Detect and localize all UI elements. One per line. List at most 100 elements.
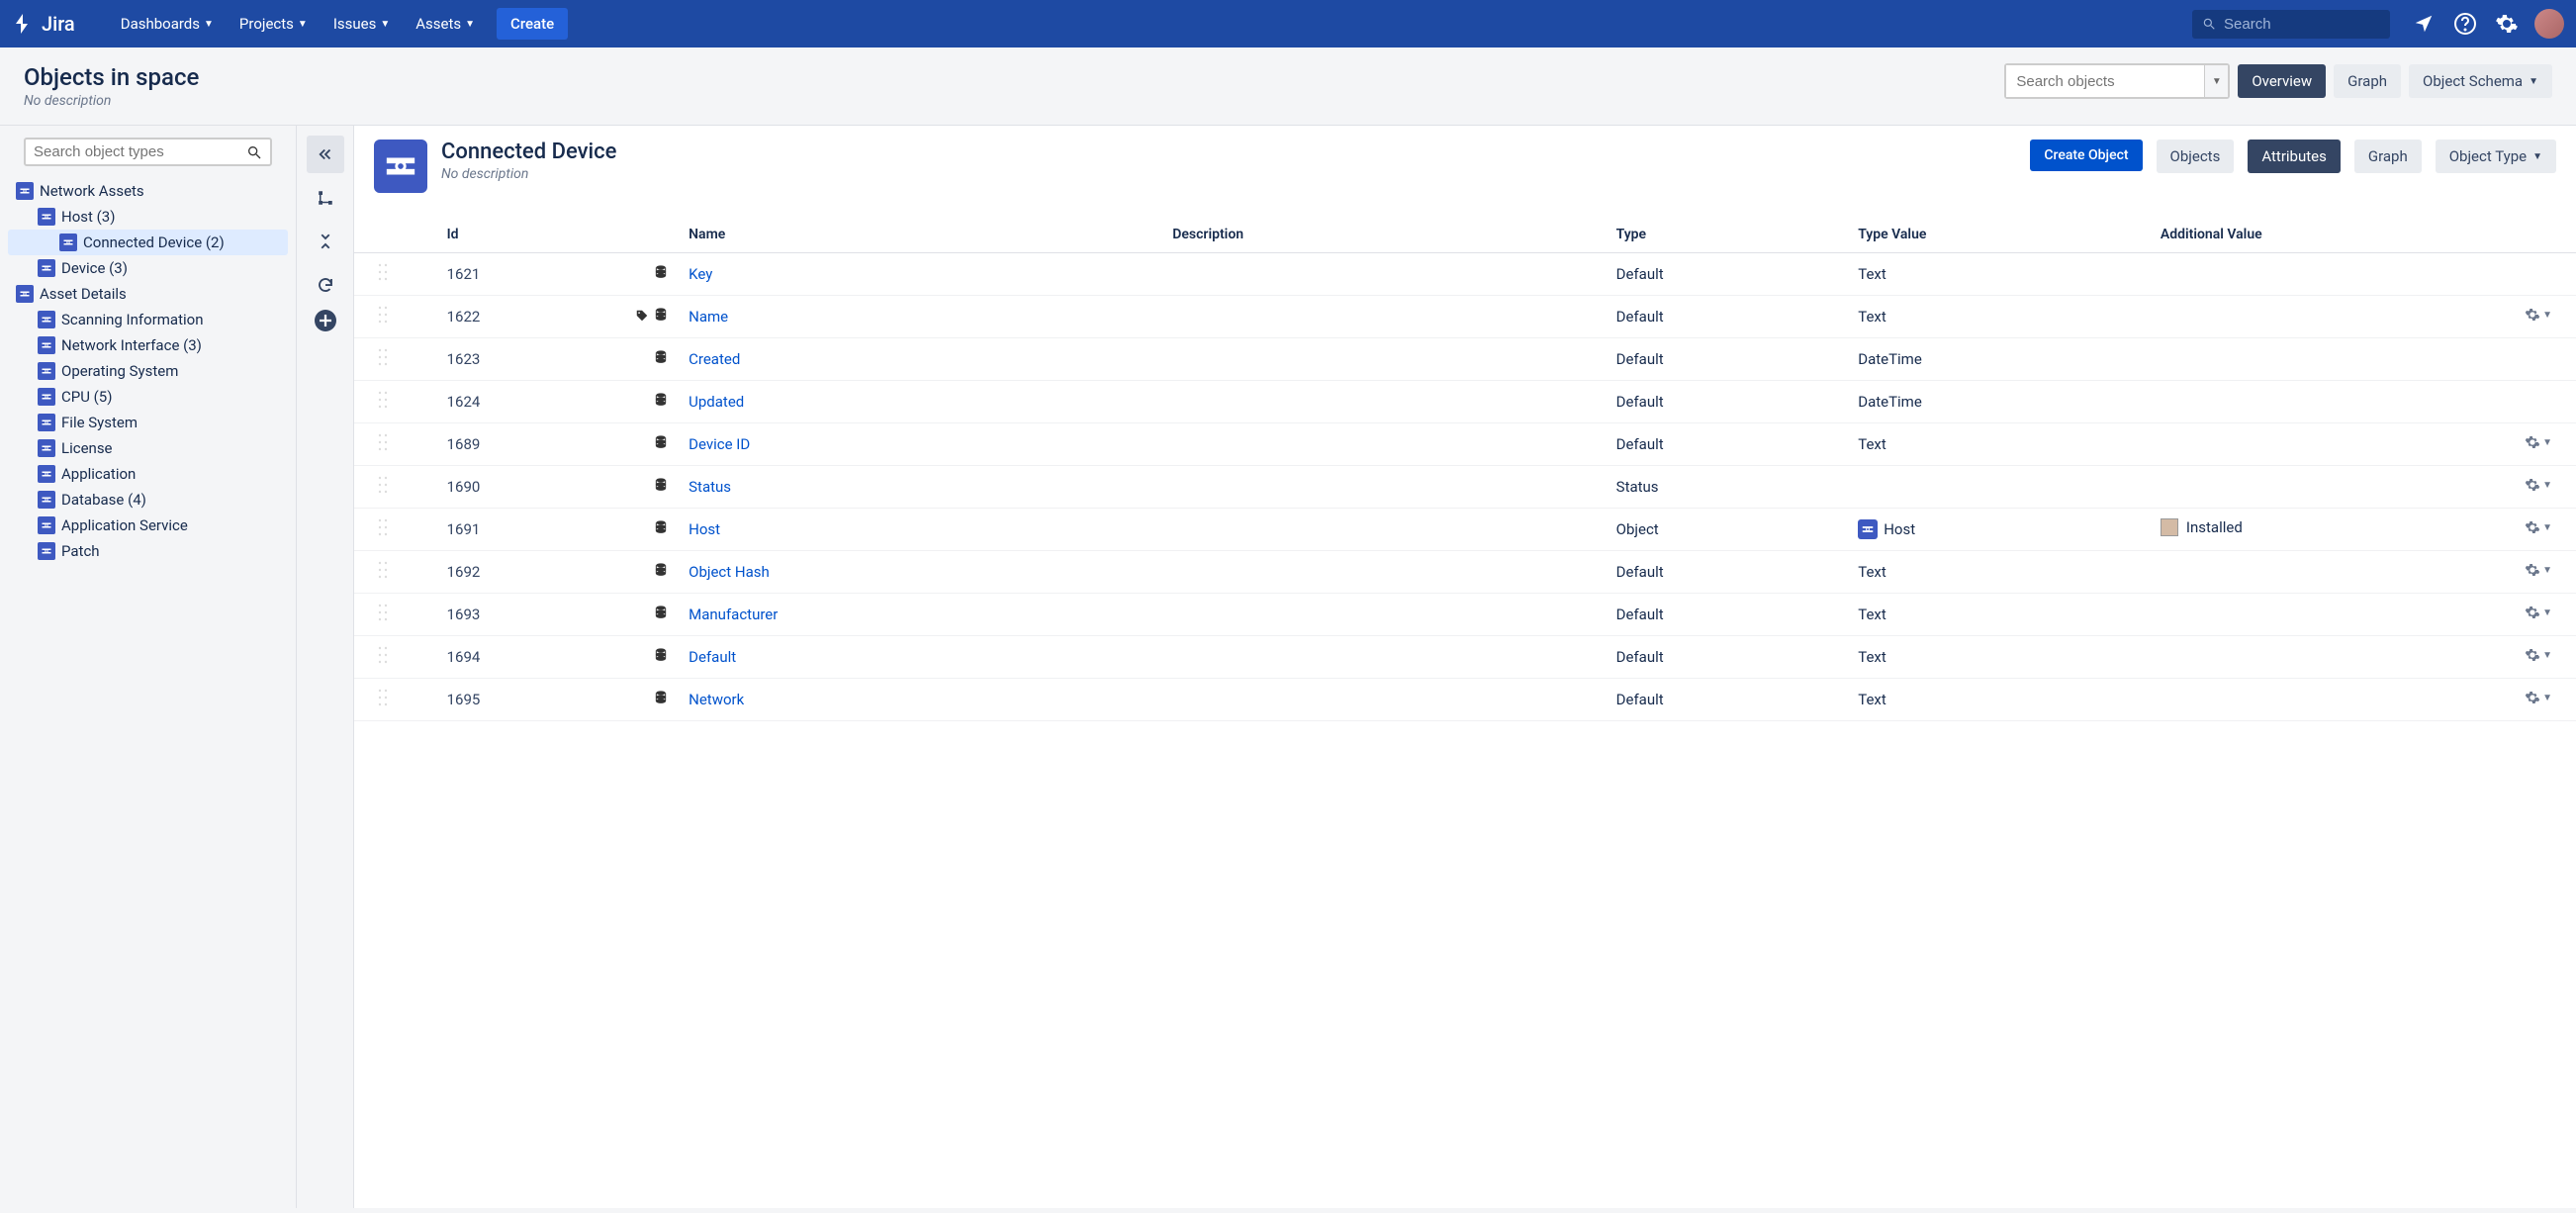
- chevron-down-icon: ▼: [2542, 437, 2552, 448]
- attr-name[interactable]: Name: [681, 296, 1164, 338]
- col-name: Name: [681, 217, 1164, 253]
- settings-icon[interactable]: [2493, 10, 2521, 38]
- tree-node[interactable]: Network Interface (3): [8, 332, 288, 358]
- global-search[interactable]: [2192, 10, 2390, 39]
- attr-id: 1690: [439, 466, 581, 509]
- tree-node[interactable]: Connected Device (2): [8, 230, 288, 255]
- drag-handle[interactable]: [378, 522, 388, 540]
- attribute-row: 1694DefaultDefaultText▼: [354, 636, 2576, 679]
- attr-type: Default: [1609, 679, 1851, 721]
- content-panel: Connected Device No description Create O…: [354, 126, 2576, 1208]
- sidebar-search-input[interactable]: [34, 143, 246, 160]
- tree-node[interactable]: Scanning Information: [8, 307, 288, 332]
- attr-id: 1624: [439, 381, 581, 423]
- attr-name[interactable]: Host: [681, 509, 1164, 551]
- tree-node[interactable]: License: [8, 435, 288, 461]
- tree-view-button[interactable]: [307, 179, 344, 217]
- row-settings-button[interactable]: ▼: [2525, 477, 2552, 493]
- row-settings-button[interactable]: ▼: [2525, 434, 2552, 450]
- nav-projects[interactable]: Projects▼: [230, 9, 318, 39]
- attr-description: [1164, 423, 1608, 466]
- tree-node[interactable]: Device (3): [8, 255, 288, 281]
- chevron-down-icon: ▼: [2529, 76, 2538, 87]
- database-icon: [653, 605, 669, 620]
- graph-tab[interactable]: Graph: [2334, 64, 2401, 98]
- search-objects-dropdown[interactable]: ▼: [2204, 65, 2228, 97]
- object-schema-button[interactable]: Object Schema▼: [2409, 64, 2552, 98]
- tree-node-label: Patch: [61, 542, 100, 560]
- top-nav: Jira Dashboards▼ Projects▼ Issues▼ Asset…: [0, 0, 2576, 47]
- tree-node[interactable]: Host (3): [8, 204, 288, 230]
- attr-name[interactable]: Network: [681, 679, 1164, 721]
- database-icon: [653, 434, 669, 450]
- drag-handle[interactable]: [378, 650, 388, 668]
- drag-handle[interactable]: [378, 565, 388, 583]
- user-avatar[interactable]: [2534, 9, 2564, 39]
- attr-name[interactable]: Device ID: [681, 423, 1164, 466]
- drag-handle[interactable]: [378, 437, 388, 455]
- help-icon[interactable]: [2451, 10, 2479, 38]
- overview-tab[interactable]: Overview: [2238, 64, 2326, 98]
- graph-tab-content[interactable]: Graph: [2354, 140, 2422, 173]
- row-settings-button[interactable]: ▼: [2525, 307, 2552, 323]
- row-settings-button[interactable]: ▼: [2525, 647, 2552, 663]
- attribute-row: 1691HostObjectHostInstalled▼: [354, 509, 2576, 551]
- global-search-input[interactable]: [2224, 16, 2380, 33]
- sync-button[interactable]: [307, 266, 344, 304]
- add-button[interactable]: [315, 310, 336, 331]
- attr-name[interactable]: Created: [681, 338, 1164, 381]
- drag-handle[interactable]: [378, 607, 388, 625]
- tag-icon: [635, 309, 649, 327]
- drag-handle[interactable]: [378, 267, 388, 285]
- attributes-tab[interactable]: Attributes: [2248, 140, 2341, 173]
- tree-node[interactable]: Network Assets: [8, 178, 288, 204]
- attr-name[interactable]: Object Hash: [681, 551, 1164, 594]
- tree-node[interactable]: File System: [8, 410, 288, 435]
- attribute-row: 1692Object HashDefaultText▼: [354, 551, 2576, 594]
- attr-name[interactable]: Key: [681, 253, 1164, 296]
- drag-handle[interactable]: [378, 395, 388, 413]
- nav-dashboards[interactable]: Dashboards▼: [111, 9, 224, 39]
- row-settings-button[interactable]: ▼: [2525, 690, 2552, 705]
- attribute-row: 1621KeyDefaultText: [354, 253, 2576, 296]
- create-button[interactable]: Create: [497, 8, 568, 40]
- drag-handle[interactable]: [378, 480, 388, 498]
- jira-logo[interactable]: Jira: [12, 12, 75, 36]
- tree-node[interactable]: Patch: [8, 538, 288, 564]
- row-settings-button[interactable]: ▼: [2525, 562, 2552, 578]
- search-objects[interactable]: ▼: [2004, 63, 2230, 99]
- create-object-button[interactable]: Create Object: [2030, 140, 2142, 171]
- drag-handle[interactable]: [378, 693, 388, 710]
- object-type-icon: [38, 336, 55, 354]
- object-type-icon: [38, 259, 55, 277]
- collapse-sidebar-button[interactable]: [307, 136, 344, 173]
- top-icons: [2410, 9, 2564, 39]
- drag-handle[interactable]: [378, 352, 388, 370]
- row-settings-button[interactable]: ▼: [2525, 605, 2552, 620]
- row-settings-button[interactable]: ▼: [2525, 519, 2552, 535]
- object-type-icon: [38, 491, 55, 509]
- tree-node[interactable]: Database (4): [8, 487, 288, 513]
- tree-node[interactable]: Operating System: [8, 358, 288, 384]
- objects-tab[interactable]: Objects: [2157, 140, 2235, 173]
- notifications-icon[interactable]: [2410, 10, 2438, 38]
- nav-assets[interactable]: Assets▼: [406, 9, 485, 39]
- attr-name[interactable]: Status: [681, 466, 1164, 509]
- sidebar-search[interactable]: [24, 138, 272, 166]
- tree-node[interactable]: Application: [8, 461, 288, 487]
- attr-name[interactable]: Default: [681, 636, 1164, 679]
- drag-handle[interactable]: [378, 310, 388, 327]
- attr-name[interactable]: Manufacturer: [681, 594, 1164, 636]
- attribute-row: 1690StatusStatus▼: [354, 466, 2576, 509]
- nav-issues[interactable]: Issues▼: [323, 9, 400, 39]
- tree-node-label: Network Interface (3): [61, 336, 202, 354]
- object-type-button[interactable]: Object Type▼: [2436, 140, 2556, 173]
- tree-node[interactable]: Asset Details: [8, 281, 288, 307]
- collapse-all-button[interactable]: [307, 223, 344, 260]
- search-objects-input[interactable]: [2006, 65, 2204, 97]
- tree-node[interactable]: CPU (5): [8, 384, 288, 410]
- tree-node[interactable]: Application Service: [8, 513, 288, 538]
- tree-node-label: Device (3): [61, 259, 128, 277]
- attr-type-value: Text: [1850, 636, 2153, 679]
- attr-name[interactable]: Updated: [681, 381, 1164, 423]
